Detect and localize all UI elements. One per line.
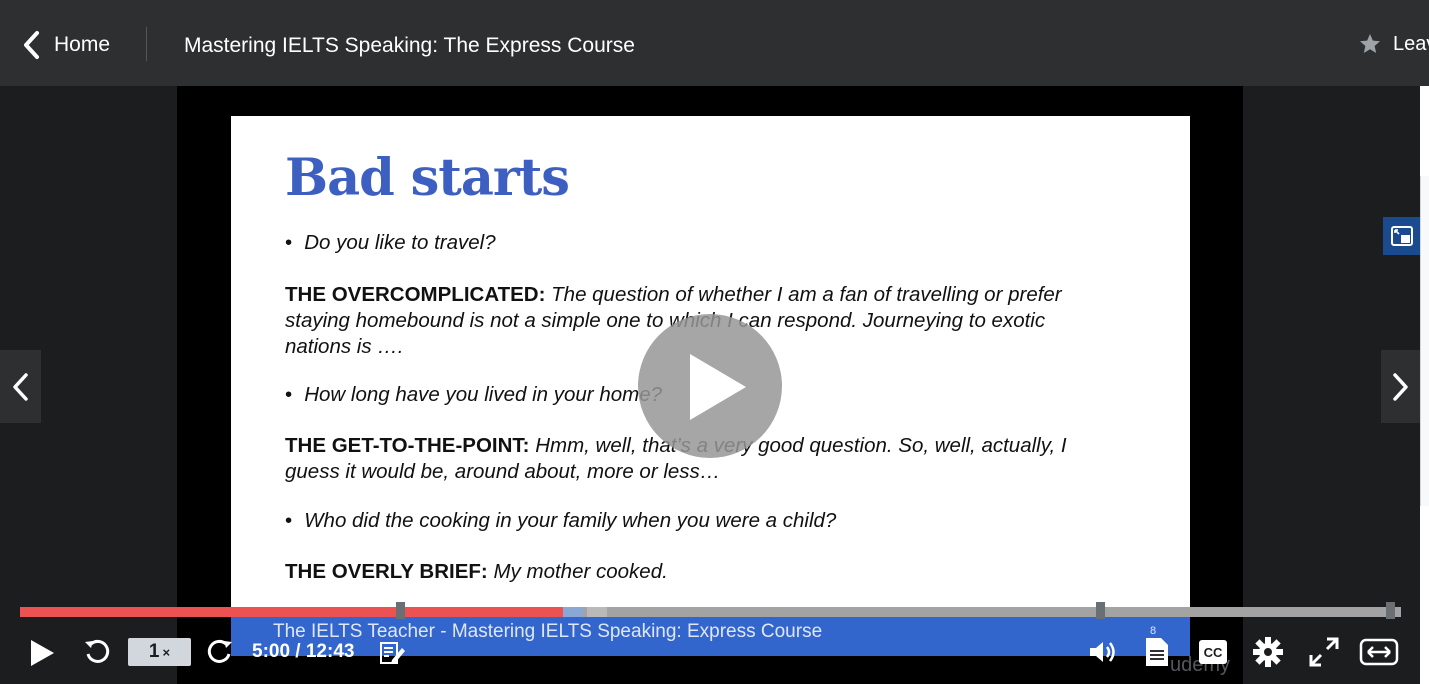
header-divider: [146, 27, 147, 61]
next-lecture-button[interactable]: [1381, 350, 1421, 423]
slide-title: Bad starts: [285, 148, 570, 208]
speed-suffix: ×: [162, 645, 171, 660]
slide-question-2: How long have you lived in your home?: [285, 383, 662, 407]
play-icon: [31, 640, 54, 666]
sidebar-edge-panel: [1420, 176, 1429, 506]
home-button[interactable]: Home: [22, 28, 110, 62]
rewind-button[interactable]: [82, 637, 112, 672]
transcript-icon: [1146, 638, 1168, 666]
chevron-left-icon: [24, 31, 39, 59]
note-icon: [380, 642, 405, 664]
slide-answer-3-text: My mother cooked.: [493, 560, 668, 583]
previous-lecture-button[interactable]: [0, 350, 41, 423]
slide-answer-2-label: THE GET-TO-THE-POINT:: [285, 434, 530, 457]
picture-in-picture-button[interactable]: [1383, 217, 1421, 255]
forward-button[interactable]: [205, 637, 235, 672]
sidebar-edge: [1420, 86, 1429, 684]
speed-value: 1: [148, 641, 160, 662]
slide-footer-author: The IELTS Teacher: [273, 621, 435, 642]
progress-played: [20, 607, 563, 617]
slide-answer-1-label: THE OVERCOMPLICATED:: [285, 283, 546, 306]
volume-button[interactable]: [1087, 638, 1117, 671]
slide-answer-3: THE OVERLY BRIEF: My mother cooked.: [285, 559, 1115, 585]
slide-question-3: Who did the cooking in your family when …: [285, 509, 836, 533]
slide-question-1: Do you like to travel?: [285, 231, 495, 255]
progress-hover-segment: [587, 607, 607, 617]
time-display: 5:00 / 12:43: [252, 641, 355, 662]
slide-footer-text: The IELTS Teacher - Mastering IELTS Spea…: [273, 621, 822, 643]
chevron-right-icon: [1393, 373, 1408, 401]
playback-speed-button[interactable]: 1 ×: [128, 638, 191, 666]
picture-in-picture-icon: [1391, 226, 1413, 246]
svg-text:CC: CC: [1204, 645, 1223, 660]
captions-icon: CC: [1199, 640, 1227, 664]
chevron-left-icon: [13, 373, 28, 401]
bookmark-marker[interactable]: [1385, 602, 1395, 619]
star-icon: [1360, 34, 1380, 53]
fullscreen-button[interactable]: [1308, 636, 1340, 673]
progress-bar[interactable]: [20, 607, 1401, 617]
home-label: Home: [54, 33, 111, 56]
slide-answer-3-label: THE OVERLY BRIEF:: [285, 560, 488, 583]
transcript-button[interactable]: [1143, 636, 1171, 673]
top-bar: Home Mastering IELTS Speaking: The Expre…: [0, 0, 1429, 86]
gear-icon: [1253, 637, 1283, 667]
fullscreen-icon: [1309, 637, 1339, 667]
bookmark-marker[interactable]: [1095, 602, 1105, 619]
add-note-button[interactable]: [378, 640, 406, 671]
course-title: Mastering IELTS Speaking: The Express Co…: [184, 34, 635, 57]
play-icon: [690, 354, 746, 420]
expand-icon: [1359, 638, 1399, 666]
volume-icon: [1090, 642, 1115, 662]
leave-rating-label: Leav: [1393, 32, 1429, 55]
play-button[interactable]: [28, 638, 56, 673]
big-play-button[interactable]: [638, 314, 782, 458]
forward-icon: [207, 639, 232, 663]
slide-footer-separator: -: [434, 621, 452, 642]
leave-rating-button[interactable]: Leav: [1358, 32, 1429, 56]
slide-footer-course: Mastering IELTS Speaking: Express Course: [451, 621, 823, 642]
expand-button[interactable]: [1359, 638, 1399, 671]
captions-button[interactable]: CC: [1197, 638, 1229, 671]
settings-button[interactable]: [1252, 636, 1284, 673]
rewind-icon: [85, 639, 110, 663]
bookmark-marker[interactable]: [395, 602, 405, 619]
